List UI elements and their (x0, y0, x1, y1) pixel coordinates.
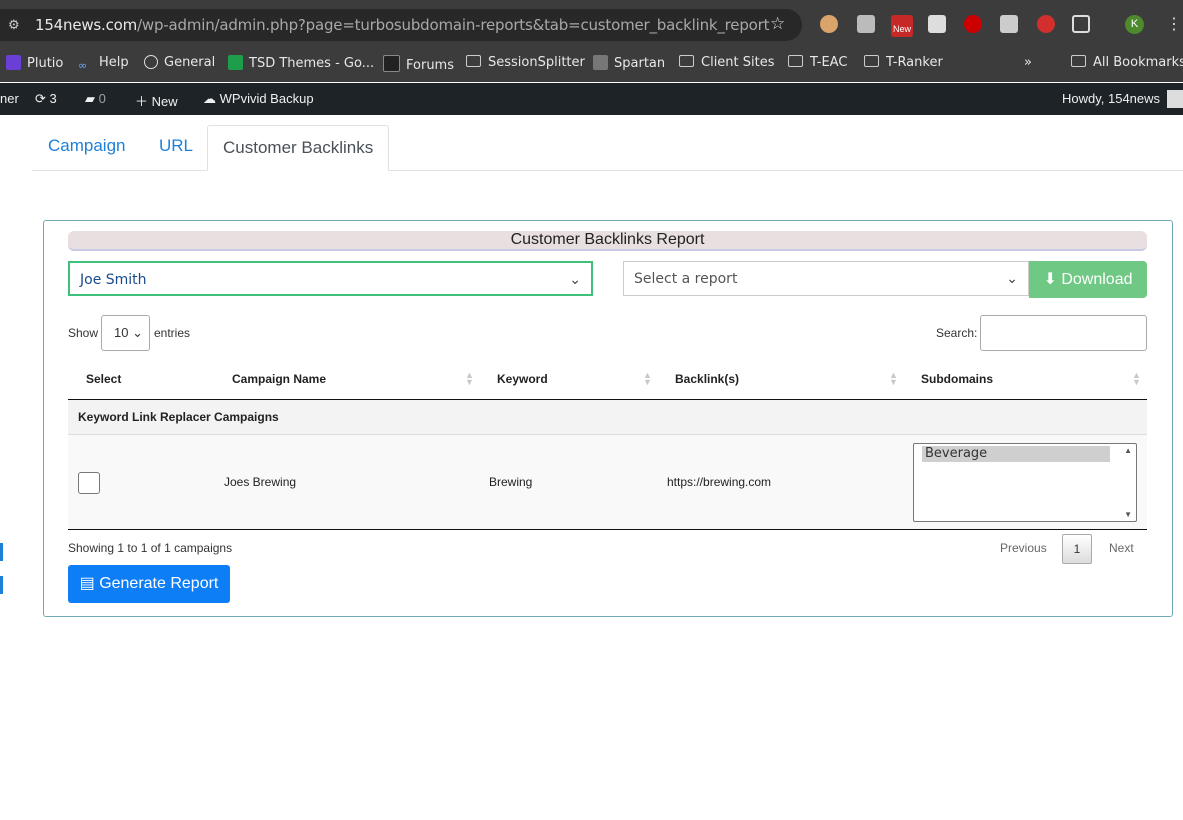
group-label: Keyword Link Replacer Campaigns (78, 410, 279, 424)
bookmark-tsd-themes[interactable]: TSD Themes - Go... (228, 55, 374, 71)
seo-extension-icon[interactable] (964, 15, 982, 33)
download-button[interactable]: ⬇ Download (1029, 261, 1147, 298)
user-avatar[interactable] (1167, 90, 1183, 108)
new-item[interactable]: ＋ New (135, 91, 178, 110)
comments-item[interactable]: ▰ 0 (85, 91, 106, 107)
show-label: Show (68, 326, 99, 340)
howdy-user[interactable]: Howdy, 154news (1062, 91, 1160, 106)
sort-icon[interactable]: ▲ ▼ (1132, 371, 1141, 387)
cell-backlink: https://brewing.com (667, 475, 772, 489)
folder-icon (466, 55, 481, 67)
left-edge-marker (0, 576, 3, 594)
comment-icon: ▰ (85, 91, 95, 106)
report-title: Customer Backlinks Report (68, 231, 1147, 251)
col-select[interactable]: Select (86, 372, 121, 386)
stop-extension-icon[interactable] (1037, 15, 1055, 33)
camera-extension-icon[interactable] (857, 15, 875, 33)
folder-icon (679, 55, 694, 67)
scroll-down-icon[interactable]: ▼ (1124, 510, 1132, 519)
bookmark-help[interactable]: ∞ Help (78, 55, 129, 74)
extension-icon-1[interactable] (820, 15, 838, 33)
cell-campaign-name: Joes Brewing (224, 475, 297, 489)
subdomain-multiselect[interactable]: Beverage ▲ ▼ (913, 443, 1137, 522)
table-group-row: Keyword Link Replacer Campaigns (68, 400, 1147, 435)
entries-select[interactable]: 10 ⌄ (101, 315, 150, 351)
report-panel: Customer Backlinks Report Joe Smith ⌄ Se… (43, 220, 1173, 617)
extension-icon-3[interactable] (928, 15, 946, 33)
col-campaign-name[interactable]: Campaign Name (232, 372, 326, 386)
tab-customer-backlinks[interactable]: Customer Backlinks (207, 125, 390, 171)
bookmark-star-icon[interactable]: ☆ (770, 14, 785, 34)
download-icon: ⬇ (1043, 271, 1057, 288)
sort-icon[interactable]: ▲ ▼ (889, 371, 898, 387)
bookmark-plutio[interactable]: Plutio (6, 55, 63, 71)
chevron-down-icon: ⌄ (1006, 271, 1018, 287)
sort-icon[interactable]: ▲ ▼ (643, 371, 652, 387)
search-label: Search: (936, 326, 978, 340)
cell-keyword: Brewing (489, 475, 533, 489)
site-name-fragment[interactable]: ner (0, 91, 19, 106)
extensions-puzzle-icon[interactable] (1072, 15, 1090, 33)
wp-admin-bar: ner ⟳ 3 ▰ 0 ＋ New ☁ WPvivid Backup Howdy… (0, 83, 1183, 115)
subdomain-option[interactable]: Beverage (922, 446, 1110, 462)
file-icon: ▤ (79, 575, 95, 592)
url-text[interactable]: 154news.com/wp-admin/admin.php?page=turb… (35, 16, 769, 34)
wpvivid-backup-item[interactable]: ☁ WPvivid Backup (203, 91, 314, 107)
table-info: Showing 1 to 1 of 1 campaigns (68, 541, 233, 555)
more-bookmarks-icon[interactable]: » (1024, 55, 1032, 70)
tab-url[interactable]: URL (159, 136, 193, 156)
entries-label: entries (154, 326, 191, 340)
browser-menu-icon[interactable]: ⋮ (1166, 14, 1182, 34)
bookmark-forums[interactable]: Forums (383, 55, 454, 73)
folder-icon (864, 55, 879, 67)
table-row: Joes Brewing Brewing https://brewing.com… (68, 435, 1147, 530)
address-bar[interactable]: ⚙ 154news.com/wp-admin/admin.php?page=tu… (0, 9, 802, 41)
report-tabs: Campaign URL Customer Backlinks (32, 125, 1183, 171)
report-select[interactable]: Select a report ⌄ (623, 261, 1029, 296)
pagination-previous[interactable]: Previous (1000, 541, 1047, 555)
customer-select[interactable]: Joe Smith ⌄ (68, 261, 593, 296)
bookmarks-bar: Plutio ∞ Help General TSD Themes - Go... … (0, 48, 1183, 82)
plus-icon: ＋ (135, 94, 149, 109)
col-keyword[interactable]: Keyword (497, 372, 548, 386)
left-edge-marker (0, 543, 3, 561)
bookmark-general[interactable]: General (144, 55, 215, 70)
pagination-next[interactable]: Next (1109, 541, 1134, 555)
folder-icon (1071, 55, 1086, 67)
cloud-icon: ☁ (203, 91, 216, 106)
search-input[interactable] (980, 315, 1147, 351)
new-extension-icon[interactable]: New (891, 15, 913, 37)
chevron-down-icon: ⌄ (569, 272, 581, 288)
col-subdomains[interactable]: Subdomains (921, 372, 993, 386)
bookmark-client-sites[interactable]: Client Sites (679, 55, 775, 70)
tab-campaign[interactable]: Campaign (48, 136, 126, 156)
bookmark-spartan[interactable]: Spartan (593, 55, 665, 71)
chevron-down-icon: ⌄ (132, 325, 143, 340)
bookmark-sessionsplitter[interactable]: SessionSplitter (466, 55, 585, 70)
folder-icon (788, 55, 803, 67)
pagination-current-page[interactable]: 1 (1062, 534, 1092, 564)
site-info-icon[interactable]: ⚙ (8, 17, 22, 32)
bookmark-t-ranker[interactable]: T-Ranker (864, 55, 943, 70)
bookmark-t-eac[interactable]: T-EAC (788, 55, 847, 70)
all-bookmarks[interactable]: All Bookmarks (1071, 55, 1183, 70)
scroll-up-icon[interactable]: ▲ (1124, 446, 1132, 455)
browser-toolbar: ⚙ 154news.com/wp-admin/admin.php?page=tu… (0, 0, 1183, 48)
sort-icon[interactable]: ▲ ▼ (465, 371, 474, 387)
updates-item[interactable]: ⟳ 3 (35, 91, 57, 107)
print-extension-icon[interactable] (1000, 15, 1018, 33)
generate-report-button[interactable]: ▤ Generate Report (68, 565, 230, 603)
profile-avatar[interactable]: K (1125, 15, 1144, 34)
refresh-icon: ⟳ (35, 91, 46, 106)
row-select-checkbox[interactable] (78, 472, 100, 494)
col-backlinks[interactable]: Backlink(s) (675, 372, 739, 386)
